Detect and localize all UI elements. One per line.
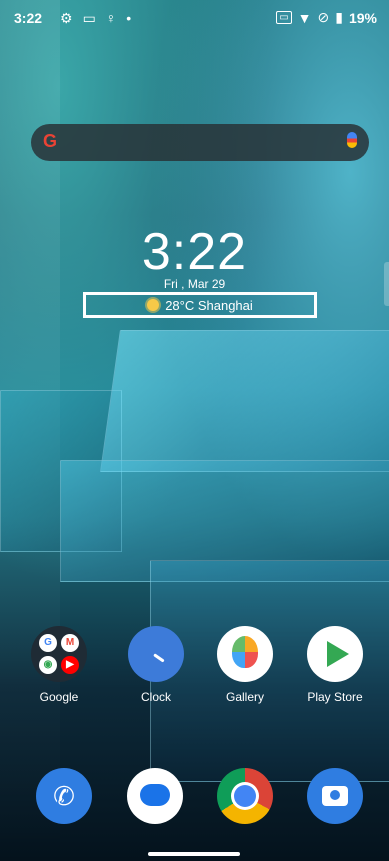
image-icon: ▭: [82, 10, 96, 26]
wallpaper-glass-shape: [100, 330, 389, 472]
clock-widget-date[interactable]: Fri , Mar 29: [0, 277, 389, 291]
weather-text: 28°C Shanghai: [165, 297, 253, 313]
app-google-folder[interactable]: G M ◉ ▶ Google: [19, 626, 99, 704]
google-logo-icon: G: [42, 131, 57, 151]
bulb-icon: ♀: [105, 10, 117, 26]
notification-icons: ⚙ ▭ ♀ •: [60, 10, 131, 27]
clock-icon: [128, 626, 184, 682]
google-search-bar[interactable]: G: [31, 124, 369, 161]
app-play-store[interactable]: Play Store: [295, 626, 375, 704]
app-clock[interactable]: Clock: [116, 626, 196, 704]
gesture-nav-bar[interactable]: [148, 852, 240, 856]
nfc-icon: ▭: [276, 11, 292, 24]
wifi-icon: ▼: [297, 9, 312, 26]
app-label: Play Store: [307, 690, 363, 704]
google-mini-icon: G: [39, 634, 57, 652]
dock-chrome[interactable]: [205, 768, 285, 824]
system-icons: ▭ ▼ ⊘ ▮ 19%: [276, 9, 377, 26]
gmail-mini-icon: M: [61, 634, 79, 652]
app-gallery[interactable]: Gallery: [205, 626, 285, 704]
chrome-icon: [217, 768, 273, 824]
camera-icon: [307, 768, 363, 824]
message-bubble: [140, 784, 170, 806]
status-time: 3:22: [14, 10, 43, 26]
youtube-mini-icon: ▶: [61, 656, 79, 674]
no-sim-icon: ⊘: [317, 9, 330, 25]
gear-icon: ⚙: [60, 10, 73, 26]
weather-widget[interactable]: 28°C Shanghai: [83, 292, 317, 318]
balloon-shape: [232, 636, 258, 668]
play-store-icon: [307, 626, 363, 682]
sun-icon: [147, 299, 160, 311]
mic-icon[interactable]: [347, 132, 357, 148]
google-folder-icon: G M ◉ ▶: [31, 626, 87, 682]
messages-icon: [127, 768, 183, 824]
play-triangle: [327, 641, 349, 667]
camera-lens: [330, 790, 340, 800]
maps-mini-icon: ◉: [39, 656, 57, 674]
edge-panel-handle[interactable]: [384, 262, 389, 306]
dock-phone[interactable]: ✆: [24, 768, 104, 824]
app-label: Clock: [140, 690, 171, 704]
clock-widget-time[interactable]: 3:22: [0, 222, 389, 282]
app-label: Google: [39, 690, 79, 704]
gallery-icon: [217, 626, 273, 682]
battery-percent: 19%: [348, 9, 377, 26]
status-bar[interactable]: 3:22 ⚙ ▭ ♀ • ▭ ▼ ⊘ ▮ 19%: [0, 0, 389, 40]
battery-icon: ▮: [335, 9, 343, 25]
dock-camera[interactable]: [295, 768, 375, 824]
phone-icon: ✆: [36, 768, 92, 824]
dock-messages[interactable]: [115, 768, 195, 824]
dot-icon: •: [126, 10, 132, 26]
app-label: Gallery: [225, 690, 264, 704]
